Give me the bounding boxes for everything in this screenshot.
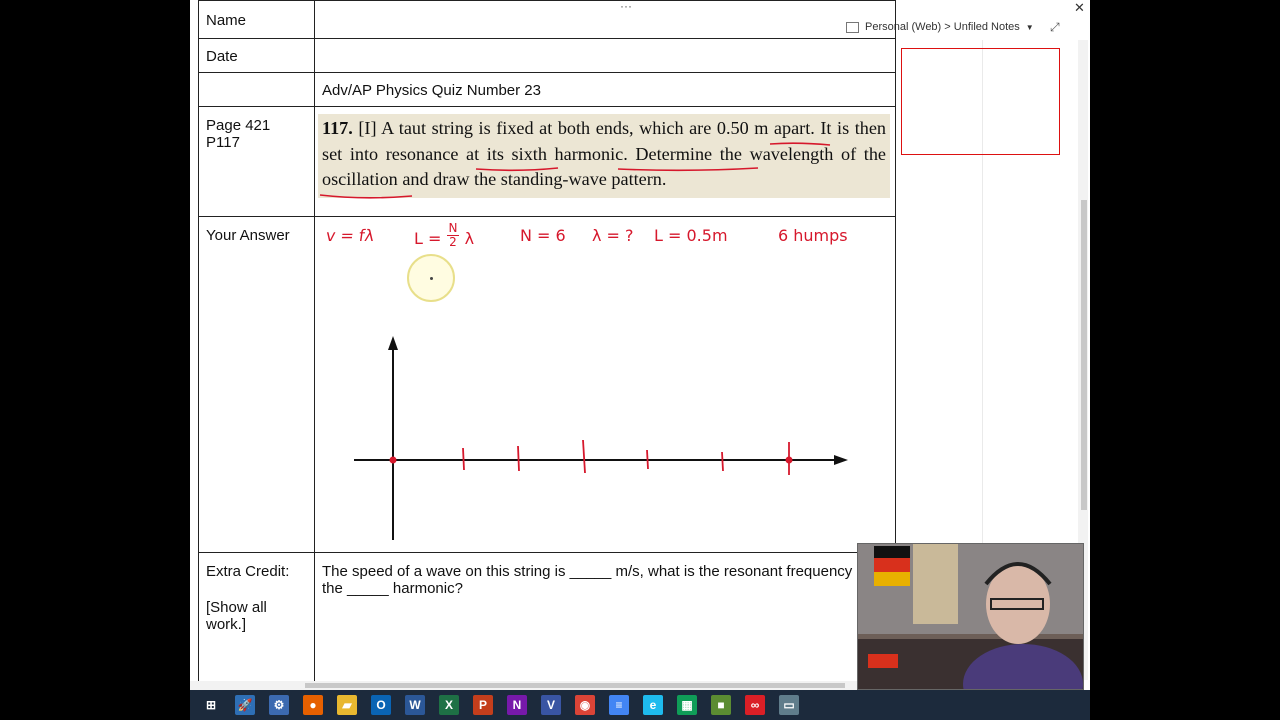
answer-label-cell: Your Answer [198, 216, 315, 553]
onenote-taskbar-button[interactable]: N [502, 692, 532, 718]
outlook-taskbar-button[interactable]: O [366, 692, 396, 718]
rocket-icon: 🚀 [235, 695, 255, 715]
webcam-flag-gold [874, 572, 910, 586]
rocket-taskbar-button[interactable]: 🚀 [230, 692, 260, 718]
tick-mark [517, 445, 520, 472]
quiz-title-cell[interactable]: Adv/AP Physics Quiz Number 23 [314, 72, 896, 107]
docs-taskbar-button[interactable]: ≡ [604, 692, 634, 718]
chevron-down-icon[interactable]: ▼ [1026, 23, 1034, 32]
problem-label: P117 [206, 134, 240, 151]
outlook-icon: O [371, 695, 391, 715]
ie-icon: e [643, 695, 663, 715]
extra-credit-question-line2: the _____ harmonic? [322, 580, 463, 597]
problem-ink-underlines [319, 142, 831, 199]
date-label: Date [206, 48, 238, 65]
underline-harmonic [617, 167, 759, 172]
handwritten-equations: v = fλ L = N 2 λ N = 6 λ = ? L = 0.5m 6 … [318, 222, 878, 262]
folder-icon: ▰ [337, 695, 357, 715]
chrome-taskbar-button[interactable]: ◉ [570, 692, 600, 718]
excel-icon: X [439, 695, 459, 715]
firefox-icon: ● [303, 695, 323, 715]
visio-taskbar-button[interactable]: V [536, 692, 566, 718]
webcam-shelf [913, 544, 958, 624]
creative-cloud-taskbar-button[interactable]: ∞ [740, 692, 770, 718]
x-axis-arrow [834, 455, 848, 465]
underline-resonance [475, 167, 559, 172]
answer-label: Your Answer [206, 227, 290, 244]
fixed-end-left [389, 456, 397, 464]
name-label: Name [206, 12, 247, 29]
webcam-flag-stripe [874, 546, 910, 558]
eq-harmonic-number: N = 6 [520, 226, 566, 245]
sheets-icon: ▦ [677, 695, 697, 715]
page-label: Page 421 [206, 117, 271, 134]
extra-credit-label: Extra Credit: [206, 563, 290, 580]
webcam-feed [858, 544, 1083, 689]
onenote-icon: N [507, 695, 527, 715]
word-icon: W [405, 695, 425, 715]
cursor-dot [430, 277, 433, 280]
creative-cloud-icon: ∞ [745, 695, 765, 715]
word-taskbar-button[interactable]: W [400, 692, 430, 718]
remote-taskbar-button[interactable]: ▭ [774, 692, 804, 718]
tick-mark [582, 439, 586, 474]
start-taskbar-button[interactable]: ⊞ [196, 692, 226, 718]
name-label-cell: Name [198, 0, 315, 39]
tool-icon: ⚙ [269, 695, 289, 715]
underline-distance [769, 142, 831, 146]
tool-taskbar-button[interactable]: ⚙ [264, 692, 294, 718]
webcam-red-item [868, 654, 898, 668]
tick-mark [721, 451, 724, 472]
name-value-cell[interactable] [314, 0, 896, 39]
show-work-label: [Show all work.] [206, 599, 267, 633]
docs-icon: ≡ [609, 695, 629, 715]
page-ref-cell: Page 421 P117 [198, 106, 315, 217]
taskbar: ⊞ 🚀 ⚙ ● ▰ O W X P N V ◉ ≡ e ▦ ■ ∞ ▭ [190, 690, 1090, 720]
eq-length: L = N 2 λ [414, 221, 475, 249]
folder-taskbar-button[interactable]: ▰ [332, 692, 362, 718]
date-value-cell[interactable] [314, 38, 896, 73]
tick-mark [462, 447, 465, 471]
ie-taskbar-button[interactable]: e [638, 692, 668, 718]
powerpoint-icon: P [473, 695, 493, 715]
firefox-taskbar-button[interactable]: ● [298, 692, 328, 718]
extra-credit-cell[interactable]: The speed of a wave on this string is __… [314, 552, 896, 690]
horizontal-scroll-thumb[interactable] [305, 683, 845, 688]
tick-mark [646, 449, 649, 470]
blank-label-cell [198, 72, 315, 107]
visio-icon: V [541, 695, 561, 715]
minecraft-icon: ■ [711, 695, 731, 715]
expand-icon[interactable]: ⤢ [1050, 20, 1060, 35]
fixed-end-right [785, 456, 793, 464]
date-label-cell: Date [198, 38, 315, 73]
eq-humps: 6 humps [778, 226, 848, 245]
standing-wave-axes [354, 336, 848, 540]
start-icon: ⊞ [201, 695, 221, 715]
extra-credit-question-line1: The speed of a wave on this string is __… [322, 563, 853, 580]
eq-wave-speed: v = fλ [324, 226, 376, 245]
eq-fraction: N 2 [446, 221, 460, 249]
underline-wavelength [319, 194, 413, 199]
tick-marks [462, 439, 790, 475]
extra-credit-label-cell: Extra Credit: [Show all work.] [198, 552, 315, 690]
y-axis-arrow [388, 336, 398, 350]
vertical-scroll-thumb[interactable] [1081, 200, 1087, 510]
quiz-title: Adv/AP Physics Quiz Number 23 [322, 82, 541, 99]
remote-icon: ▭ [779, 695, 799, 715]
chrome-icon: ◉ [575, 695, 595, 715]
eq-length-value: L = 0.5m [654, 226, 728, 245]
webcam-overlay [857, 543, 1084, 690]
eq-unknown-wavelength: λ = ? [592, 226, 634, 245]
excel-taskbar-button[interactable]: X [434, 692, 464, 718]
powerpoint-taskbar-button[interactable]: P [468, 692, 498, 718]
cursor-highlight [407, 254, 455, 302]
close-icon[interactable]: ✕ [1074, 0, 1085, 16]
ink-rectangle [901, 48, 1060, 155]
minecraft-taskbar-button[interactable]: ■ [706, 692, 736, 718]
sheets-taskbar-button[interactable]: ▦ [672, 692, 702, 718]
